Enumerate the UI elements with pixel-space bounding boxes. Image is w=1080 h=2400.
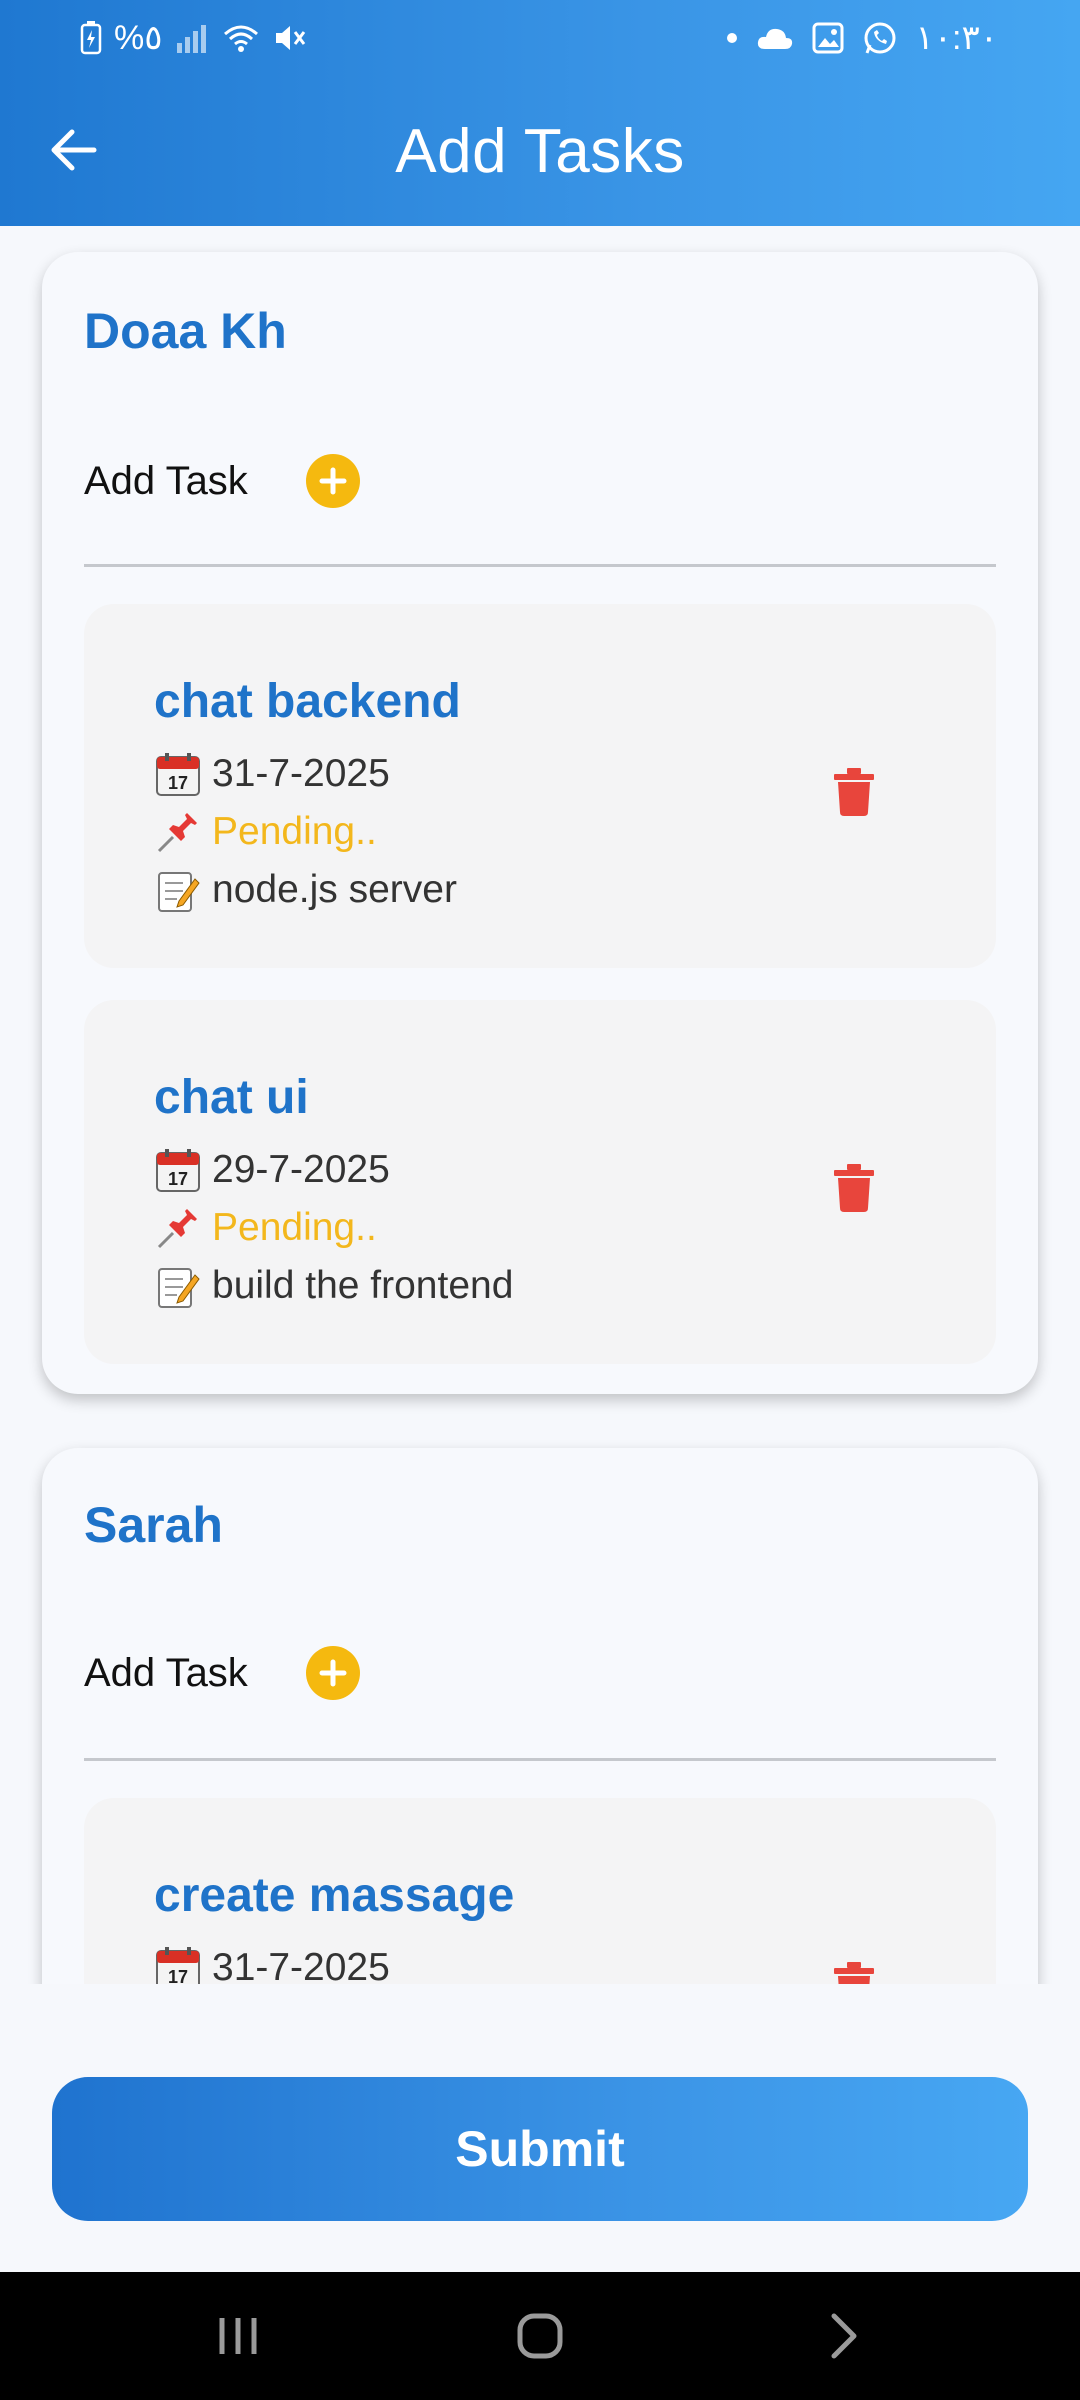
pushpin-icon xyxy=(154,808,202,856)
pushpin-icon xyxy=(154,1204,202,1252)
cloud-icon xyxy=(756,25,794,51)
home-button[interactable] xyxy=(500,2304,580,2368)
app-bar: %٥ ١٠:٣٠ Add Tasks xyxy=(0,0,1080,226)
trash-icon xyxy=(834,1962,874,1984)
plus-circle-icon[interactable] xyxy=(305,1646,360,1700)
chevron-right-icon xyxy=(826,2312,862,2360)
task-description-line: build the frontend xyxy=(154,1262,513,1310)
dot-icon xyxy=(726,32,738,44)
task-description: build the frontend xyxy=(212,1264,514,1307)
task-description-line: node.js server xyxy=(154,866,457,914)
calendar-icon: 17 xyxy=(154,1944,202,1984)
task-status-line: Pending.. xyxy=(154,808,377,856)
mute-icon xyxy=(273,22,307,54)
page-title: Add Tasks xyxy=(395,117,685,186)
task-status: Pending.. xyxy=(212,1206,377,1249)
task-date-line: 17 29-7-2025 xyxy=(154,1146,390,1194)
task-item: chat ui 17 29-7-2025 Pending.. build the… xyxy=(84,1000,996,1364)
task-title: chat ui xyxy=(154,1071,309,1124)
recent-apps-button[interactable] xyxy=(198,2304,278,2368)
add-task-label: Add Task xyxy=(84,458,248,503)
svg-text:17: 17 xyxy=(168,1169,188,1189)
task-title: create massage xyxy=(154,1869,515,1922)
divider xyxy=(84,1758,996,1761)
submit-button[interactable]: Submit xyxy=(52,2077,1028,2221)
recent-apps-icon xyxy=(216,2314,260,2358)
add-task-button[interactable]: Add Task xyxy=(84,1646,360,1700)
status-bar: %٥ ١٠:٣٠ xyxy=(0,0,1080,78)
task-status-line: Pending.. xyxy=(154,1204,377,1252)
battery-charging-icon xyxy=(80,21,102,55)
wifi-icon xyxy=(221,22,261,54)
task-item: create massage 17 31-7-2025 xyxy=(84,1798,996,1984)
image-icon xyxy=(812,22,844,54)
delete-task-button[interactable] xyxy=(824,762,884,822)
memo-icon xyxy=(154,1262,202,1310)
member-name: Doaa Kh xyxy=(84,303,287,359)
whatsapp-icon xyxy=(862,20,898,56)
task-status: Pending.. xyxy=(212,810,377,853)
task-date-line: 17 31-7-2025 xyxy=(154,1944,390,1984)
home-icon xyxy=(516,2312,564,2360)
task-description: node.js server xyxy=(212,868,457,911)
member-card: Sarah Add Task create massage 17 31-7-20… xyxy=(42,1448,1038,1984)
delete-task-button[interactable] xyxy=(824,1158,884,1218)
clock: ١٠:٣٠ xyxy=(915,19,999,57)
signal-icon xyxy=(175,23,209,53)
back-nav-button[interactable] xyxy=(804,2304,884,2368)
trash-icon xyxy=(834,768,874,816)
add-task-button[interactable]: Add Task xyxy=(84,454,360,508)
memo-icon xyxy=(154,866,202,914)
task-item: chat backend 17 31-7-2025 Pending.. node… xyxy=(84,604,996,968)
svg-text:17: 17 xyxy=(168,773,188,793)
task-date: 31-7-2025 xyxy=(212,1946,390,1984)
battery-percent: %٥ xyxy=(114,19,163,57)
system-nav-bar xyxy=(0,2272,1080,2400)
title-bar: Add Tasks xyxy=(0,88,1080,218)
add-task-label: Add Task xyxy=(84,1650,248,1695)
divider xyxy=(84,564,996,567)
trash-icon xyxy=(834,1164,874,1212)
member-card: Doaa Kh Add Task chat backend 17 31-7-20… xyxy=(42,252,1038,1394)
task-date: 29-7-2025 xyxy=(212,1148,390,1191)
svg-text:17: 17 xyxy=(168,1967,188,1984)
task-date-line: 17 31-7-2025 xyxy=(154,750,390,798)
member-name: Sarah xyxy=(84,1497,223,1553)
members-list[interactable]: Doaa Kh Add Task chat backend 17 31-7-20… xyxy=(0,226,1080,1984)
calendar-icon: 17 xyxy=(154,750,202,798)
calendar-icon: 17 xyxy=(154,1146,202,1194)
task-title: chat backend xyxy=(154,675,461,728)
delete-task-button[interactable] xyxy=(824,1956,884,1984)
task-date: 31-7-2025 xyxy=(212,752,390,795)
plus-circle-icon[interactable] xyxy=(305,454,360,508)
